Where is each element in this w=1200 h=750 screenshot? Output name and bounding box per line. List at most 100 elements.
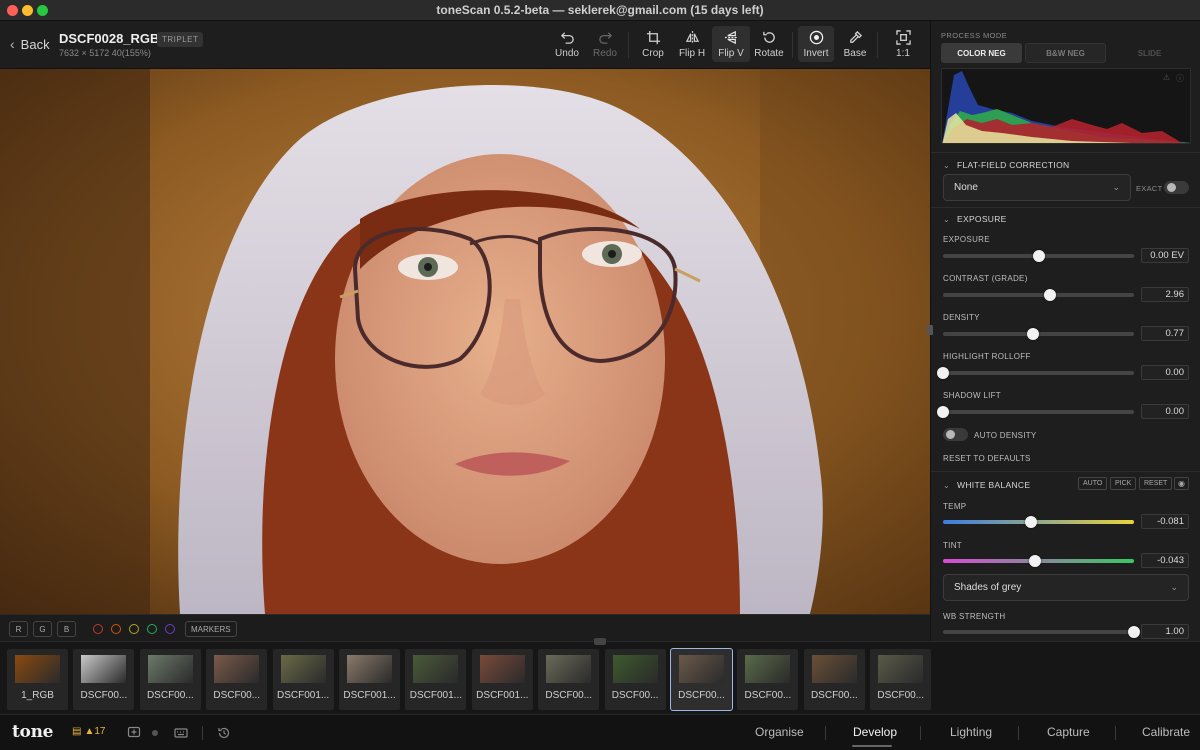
reset-to-defaults-link[interactable]: RESET TO DEFAULTS — [943, 454, 1031, 463]
filmstrip-thumbnail[interactable]: DSCF001... — [272, 649, 334, 710]
filmstrip-thumbnail[interactable]: DSCF00... — [604, 649, 666, 710]
marker-purple-toggle[interactable] — [165, 624, 175, 634]
exact-toggle[interactable] — [1164, 181, 1189, 194]
redo-icon — [598, 31, 612, 44]
undo-icon — [560, 31, 574, 44]
shadow-lift-slider[interactable] — [937, 406, 1134, 418]
wb-preset-select[interactable]: Shades of grey ⌄ — [943, 574, 1189, 601]
nav-lighting[interactable]: Lighting — [950, 725, 992, 739]
shadow-lift-slider-thumb[interactable] — [937, 406, 949, 418]
white-balance-header[interactable]: ⌄ WHITE BALANCE — [943, 480, 1030, 490]
toolbar-divider — [792, 32, 793, 58]
markers-button[interactable]: MARKERS — [185, 621, 237, 637]
mode-color-neg-button[interactable]: COLOR NEG — [941, 43, 1022, 63]
add-comment-button[interactable] — [127, 726, 141, 740]
exposure-value[interactable]: 0.00 EV — [1141, 248, 1189, 263]
mode-slide-button[interactable]: SLIDE — [1109, 43, 1190, 63]
mode-bw-neg-button[interactable]: B&W NEG — [1025, 43, 1106, 63]
image-canvas[interactable] — [0, 69, 930, 614]
nav-organise[interactable]: Organise — [755, 725, 804, 739]
channel-r-button[interactable]: R — [9, 621, 28, 637]
base-button[interactable]: Base — [836, 26, 874, 62]
tint-value[interactable]: -0.043 — [1141, 553, 1189, 568]
channel-b-button[interactable]: B — [57, 621, 76, 637]
contrast-grade-slider[interactable] — [943, 289, 1134, 301]
filmstrip-thumbnail[interactable]: DSCF00... — [538, 649, 600, 710]
density-value[interactable]: 0.77 — [1141, 326, 1189, 341]
density-slider-thumb[interactable] — [1026, 328, 1039, 340]
nav-develop[interactable]: Develop — [853, 725, 897, 739]
tint-slider-thumb[interactable] — [1028, 555, 1041, 567]
temp-slider[interactable] — [943, 516, 1134, 528]
exposure-label: EXPOSURE — [943, 235, 990, 244]
warnings-button[interactable]: ▤ ▲17 — [72, 726, 105, 737]
flip-v-label: Flip V — [718, 47, 744, 59]
channel-g-button[interactable]: G — [33, 621, 52, 637]
contrast-grade-value[interactable]: 2.96 — [1141, 287, 1189, 302]
filmstrip-thumbnail[interactable]: DSCF00... — [206, 649, 268, 710]
highlight-rolloff-slider[interactable] — [937, 367, 1134, 379]
filmstrip-thumbnail[interactable]: 1_RGB — [7, 649, 68, 710]
temp-value[interactable]: -0.081 — [1141, 514, 1189, 529]
filmstrip-thumbnail[interactable]: DSCF00... — [139, 649, 201, 710]
flip-h-icon — [685, 30, 699, 44]
wb-strength-slider-thumb[interactable] — [1128, 626, 1140, 638]
thumbnail-name: DSCF00... — [80, 690, 128, 701]
flip-v-button[interactable]: Flip V — [712, 26, 750, 62]
highlight-rolloff-value[interactable]: 0.00 — [1141, 365, 1189, 380]
filmstrip-thumbnail[interactable]: DSCF00... — [803, 649, 865, 710]
flat-field-header[interactable]: ⌄ FLAT-FIELD CORRECTION — [943, 160, 1069, 170]
wb-strength-value[interactable]: 1.00 — [1141, 624, 1189, 639]
thumbnail-image — [745, 655, 791, 683]
keyboard-button[interactable] — [174, 726, 188, 740]
thumbnail-image — [280, 655, 326, 683]
filmstrip-thumbnail[interactable]: DSCF00... — [670, 648, 733, 711]
exposure-header[interactable]: ⌄ EXPOSURE — [943, 214, 1007, 224]
wb-auto-button[interactable]: AUTO — [1078, 477, 1108, 490]
thumbnail-image — [15, 655, 60, 683]
wb-pick-button[interactable]: PICK — [1110, 477, 1137, 490]
marker-yellow-toggle[interactable] — [129, 624, 139, 634]
auto-density-toggle[interactable] — [943, 428, 968, 441]
wb-strength-slider[interactable] — [943, 626, 1140, 638]
invert-button[interactable]: Invert — [798, 26, 834, 62]
wb-reset-button[interactable]: RESET — [1139, 477, 1173, 490]
temp-slider-thumb[interactable] — [1024, 516, 1037, 528]
marker-red-toggle[interactable] — [93, 624, 103, 634]
back-button[interactable]: ‹ Back — [10, 36, 50, 52]
shadow-lift-value[interactable]: 0.00 — [1141, 404, 1189, 419]
marker-green-toggle[interactable] — [147, 624, 157, 634]
highlight-rolloff-slider-thumb[interactable] — [937, 367, 949, 379]
one-to-one-button[interactable]: 1:1 — [884, 26, 922, 62]
history-button[interactable] — [217, 726, 231, 740]
flat-field-select[interactable]: None ⌄ — [943, 174, 1131, 201]
nav-calibrate[interactable]: Calibrate — [1142, 725, 1190, 739]
rotate-label: Rotate — [754, 47, 784, 59]
density-slider[interactable] — [943, 328, 1134, 340]
filmstrip-thumbnail[interactable]: DSCF00... — [73, 649, 135, 710]
flip-h-button[interactable]: Flip H — [673, 26, 711, 62]
crop-button[interactable]: Crop — [634, 26, 672, 62]
filmstrip-thumbnail[interactable]: DSCF001... — [339, 649, 400, 710]
marker-orange-toggle[interactable] — [111, 624, 121, 634]
redo-button[interactable]: Redo — [586, 26, 624, 62]
exposure-slider-thumb[interactable] — [1032, 250, 1045, 262]
exposure-slider[interactable] — [943, 250, 1134, 262]
panel-resize-handle[interactable] — [927, 325, 933, 335]
filmstrip-thumbnail[interactable]: DSCF001... — [471, 649, 533, 710]
warning-icon: ⚠ — [1162, 73, 1170, 82]
filmstrip-thumbnail[interactable]: DSCF00... — [870, 649, 932, 710]
tint-slider[interactable] — [943, 555, 1134, 567]
filmstrip-thumbnail[interactable]: DSCF00... — [737, 649, 799, 710]
wb-visibility-button[interactable]: ◉ — [1174, 477, 1189, 490]
filmstrip-thumbnail[interactable]: DSCF001... — [405, 649, 467, 710]
density-label: DENSITY — [943, 313, 980, 322]
nav-capture[interactable]: Capture — [1047, 725, 1090, 739]
rotate-button[interactable]: Rotate — [750, 26, 788, 62]
one-to-one-label: 1:1 — [896, 47, 910, 59]
thumbnail-image — [546, 655, 592, 683]
filmstrip-resize-handle[interactable] — [594, 638, 606, 645]
contrast-grade-slider-thumb[interactable] — [1043, 289, 1056, 301]
undo-button[interactable]: Undo — [548, 26, 586, 62]
eye-icon: ◉ — [1178, 479, 1185, 488]
